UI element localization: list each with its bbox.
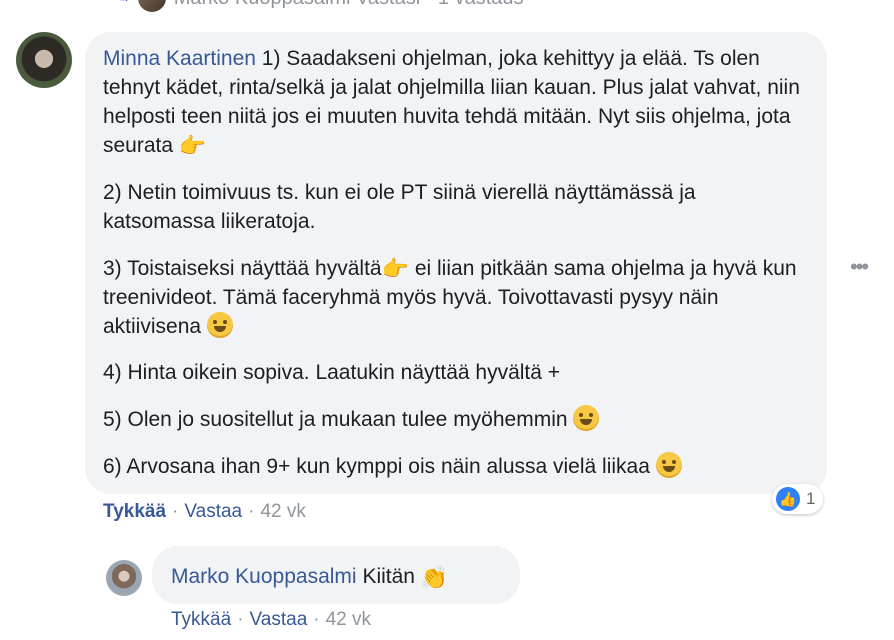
- reply-text: Kiitän: [362, 565, 415, 588]
- reply-author[interactable]: Marko Kuoppasalmi: [171, 565, 357, 588]
- pointing-hand-icon: 👉: [178, 133, 207, 158]
- reaction-summary[interactable]: 👍 1: [772, 484, 824, 514]
- smiling-face-icon: [573, 405, 600, 431]
- comment-paragraph: Minna Kaartinen 1) Saadakseni ohjelman, …: [103, 44, 811, 160]
- reply-actions: Tykkää · Vastaa · 42 vk: [171, 609, 371, 631]
- comment-author[interactable]: Minna Kaartinen: [103, 47, 256, 70]
- comment-text: 3) Toistaiseksi näyttää hyvältä: [103, 257, 382, 280]
- separator: ·: [237, 609, 244, 630]
- comment-paragraph: 4) Hinta oikein sopiva. Laatukin näyttää…: [103, 361, 561, 384]
- like-button[interactable]: Tykkää: [171, 609, 231, 631]
- separator: ·: [313, 609, 320, 630]
- pointing-hand-icon: 👉: [381, 256, 409, 281]
- reply-button[interactable]: Vastaa: [250, 609, 308, 631]
- reply-arrow-icon: ➥: [118, 0, 130, 7]
- comment-text: 5) Olen jo suositellut ja mukaan tulee m…: [103, 408, 568, 431]
- grinning-face-icon: [655, 452, 682, 478]
- comment-paragraph: 6) Arvosana ihan 9+ kun kymppi ois näin …: [103, 452, 811, 481]
- collapsed-reply-text: Marko Kuoppasalmi Vastasi · 1 vastaus: [174, 0, 524, 10]
- reaction-count: 1: [806, 489, 816, 508]
- separator: ·: [172, 501, 179, 522]
- timestamp[interactable]: 42 vk: [260, 501, 305, 523]
- separator: ·: [248, 501, 255, 522]
- avatar: [137, 0, 166, 12]
- comment-actions: Tykkää · Vastaa · 42 vk: [103, 501, 306, 523]
- reply-button[interactable]: Vastaa: [184, 501, 242, 523]
- reply-paragraph: Marko Kuoppasalmi Kiitän 👏: [171, 562, 448, 591]
- avatar[interactable]: [16, 32, 72, 88]
- avatar[interactable]: [106, 560, 142, 596]
- comment-paragraph: 2) Netin toimivuus ts. kun ei ole PT sii…: [103, 181, 696, 233]
- clapping-hands-icon: 👏: [420, 565, 449, 590]
- thumbs-up-icon: 👍: [776, 487, 800, 511]
- smiling-face-icon: [206, 312, 233, 338]
- comment-text: 6) Arvosana ihan 9+ kun kymppi ois näin …: [103, 455, 650, 478]
- like-button[interactable]: Tykkää: [103, 501, 166, 523]
- timestamp[interactable]: 42 vk: [326, 609, 371, 631]
- comment-paragraph: 5) Olen jo suositellut ja mukaan tulee m…: [103, 405, 811, 434]
- more-options-icon[interactable]: •••: [850, 254, 869, 280]
- comment-paragraph: 3) Toistaiseksi näyttää hyvältä👉 ei liia…: [103, 254, 811, 341]
- collapsed-reply-link[interactable]: ➥ Marko Kuoppasalmi Vastasi · 1 vastaus: [118, 0, 524, 12]
